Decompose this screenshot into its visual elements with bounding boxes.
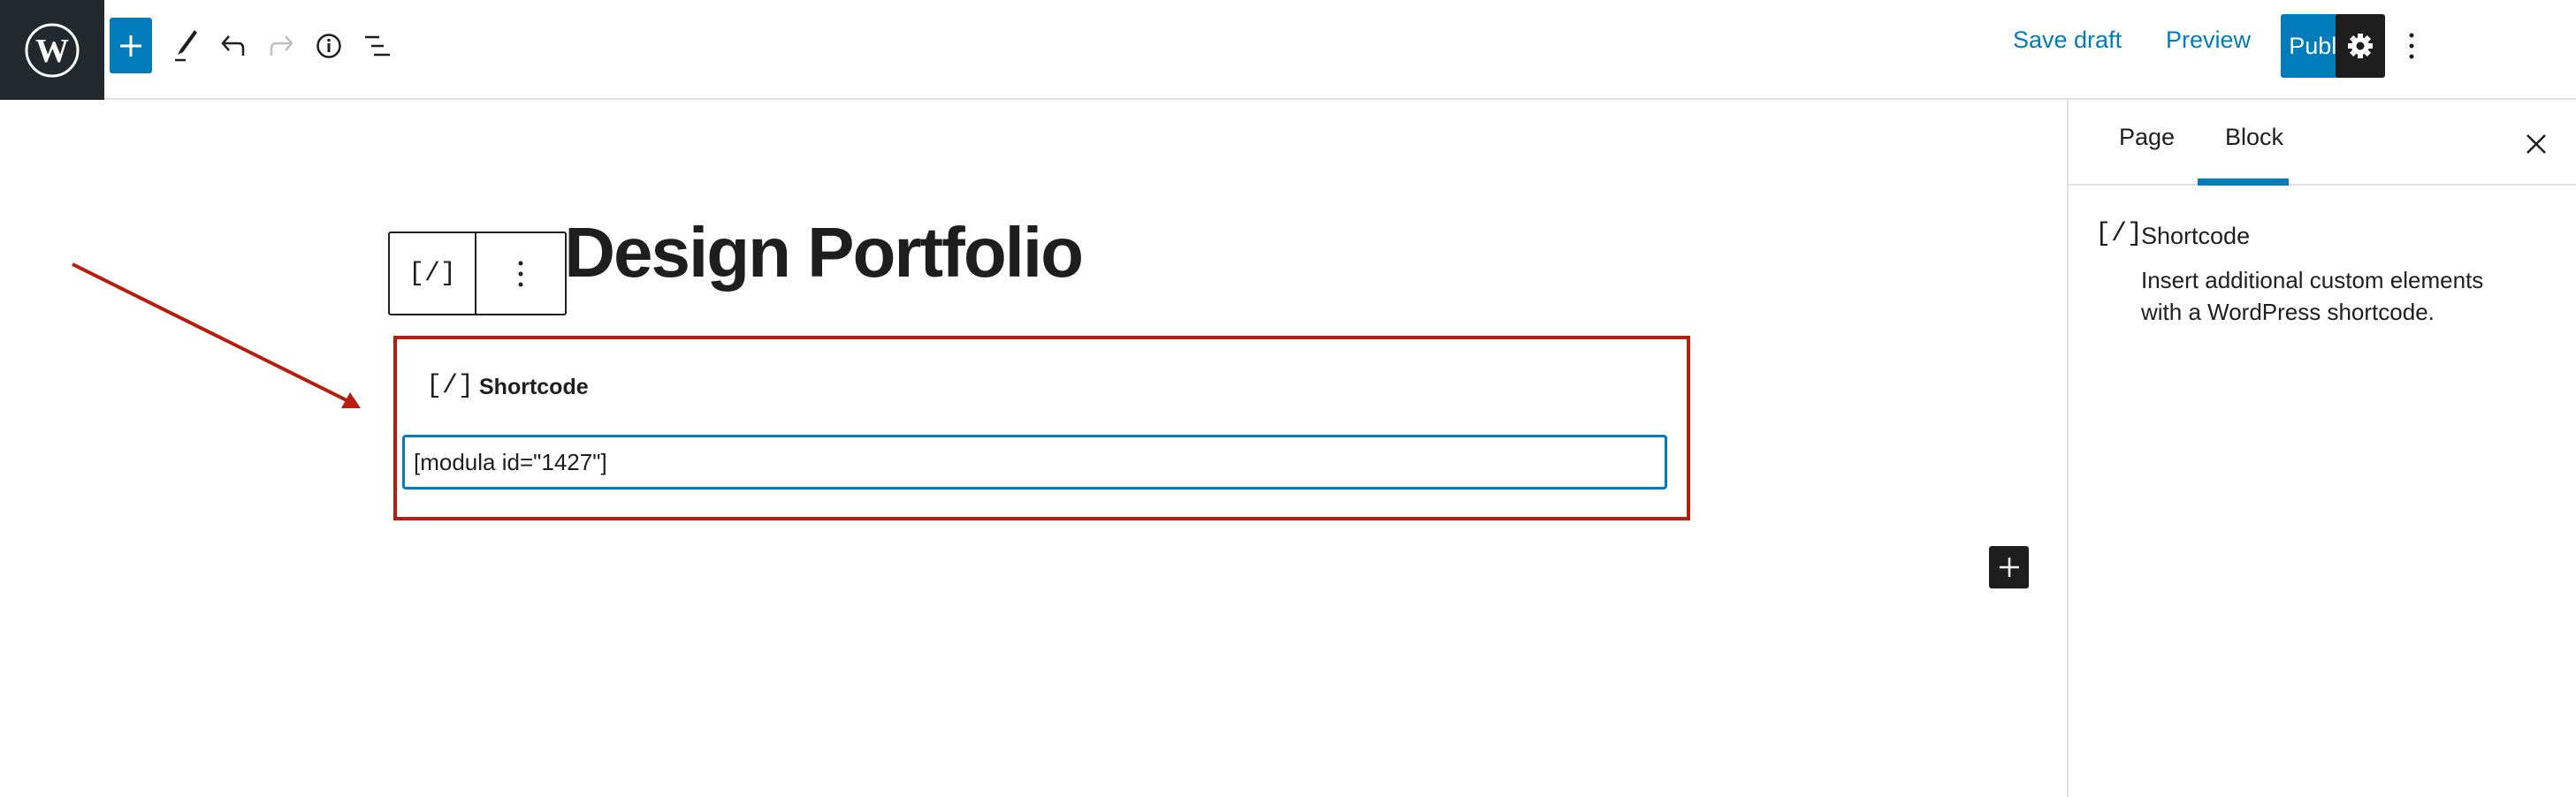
- sidebar-block-description: with a WordPress shortcode.: [2141, 299, 2435, 325]
- block-toolbar: [/]: [388, 232, 567, 315]
- shortcode-input[interactable]: [modula id="1427"]: [402, 435, 1667, 490]
- block-options-button[interactable]: [476, 233, 565, 314]
- block-inserter-button[interactable]: [1989, 546, 2029, 588]
- settings-sidebar: [2067, 100, 2576, 797]
- kebab-icon: [518, 261, 523, 286]
- shortcode-icon: [/]: [408, 258, 456, 289]
- plus-icon: [1999, 558, 2019, 577]
- sidebar-block-name: Shortcode: [2141, 223, 2251, 249]
- tabs-divider: [2069, 184, 2576, 186]
- close-sidebar-button[interactable]: [2523, 131, 2549, 157]
- shortcode-block[interactable]: [393, 336, 1690, 520]
- tab-block[interactable]: Block: [2225, 124, 2283, 151]
- options-button[interactable]: [2403, 27, 2420, 65]
- page-title[interactable]: or Design Portfolio: [479, 212, 1084, 293]
- kebab-icon: [2409, 33, 2414, 59]
- gear-icon: [2348, 34, 2373, 58]
- tab-page[interactable]: Page: [2119, 124, 2175, 151]
- shortcode-icon: [/]: [426, 371, 475, 401]
- save-draft-button[interactable]: Save draft: [2013, 27, 2122, 54]
- block-label: Shortcode: [479, 375, 589, 399]
- annotation-arrow: [72, 262, 361, 408]
- settings-button[interactable]: [2336, 14, 2385, 78]
- sidebar-block-description: Insert additional custom elements: [2141, 267, 2484, 293]
- active-tab-indicator: [2198, 178, 2289, 186]
- preview-button[interactable]: Preview: [2166, 27, 2251, 54]
- close-icon: [2526, 134, 2546, 154]
- shortcode-icon: [/]: [2095, 219, 2144, 249]
